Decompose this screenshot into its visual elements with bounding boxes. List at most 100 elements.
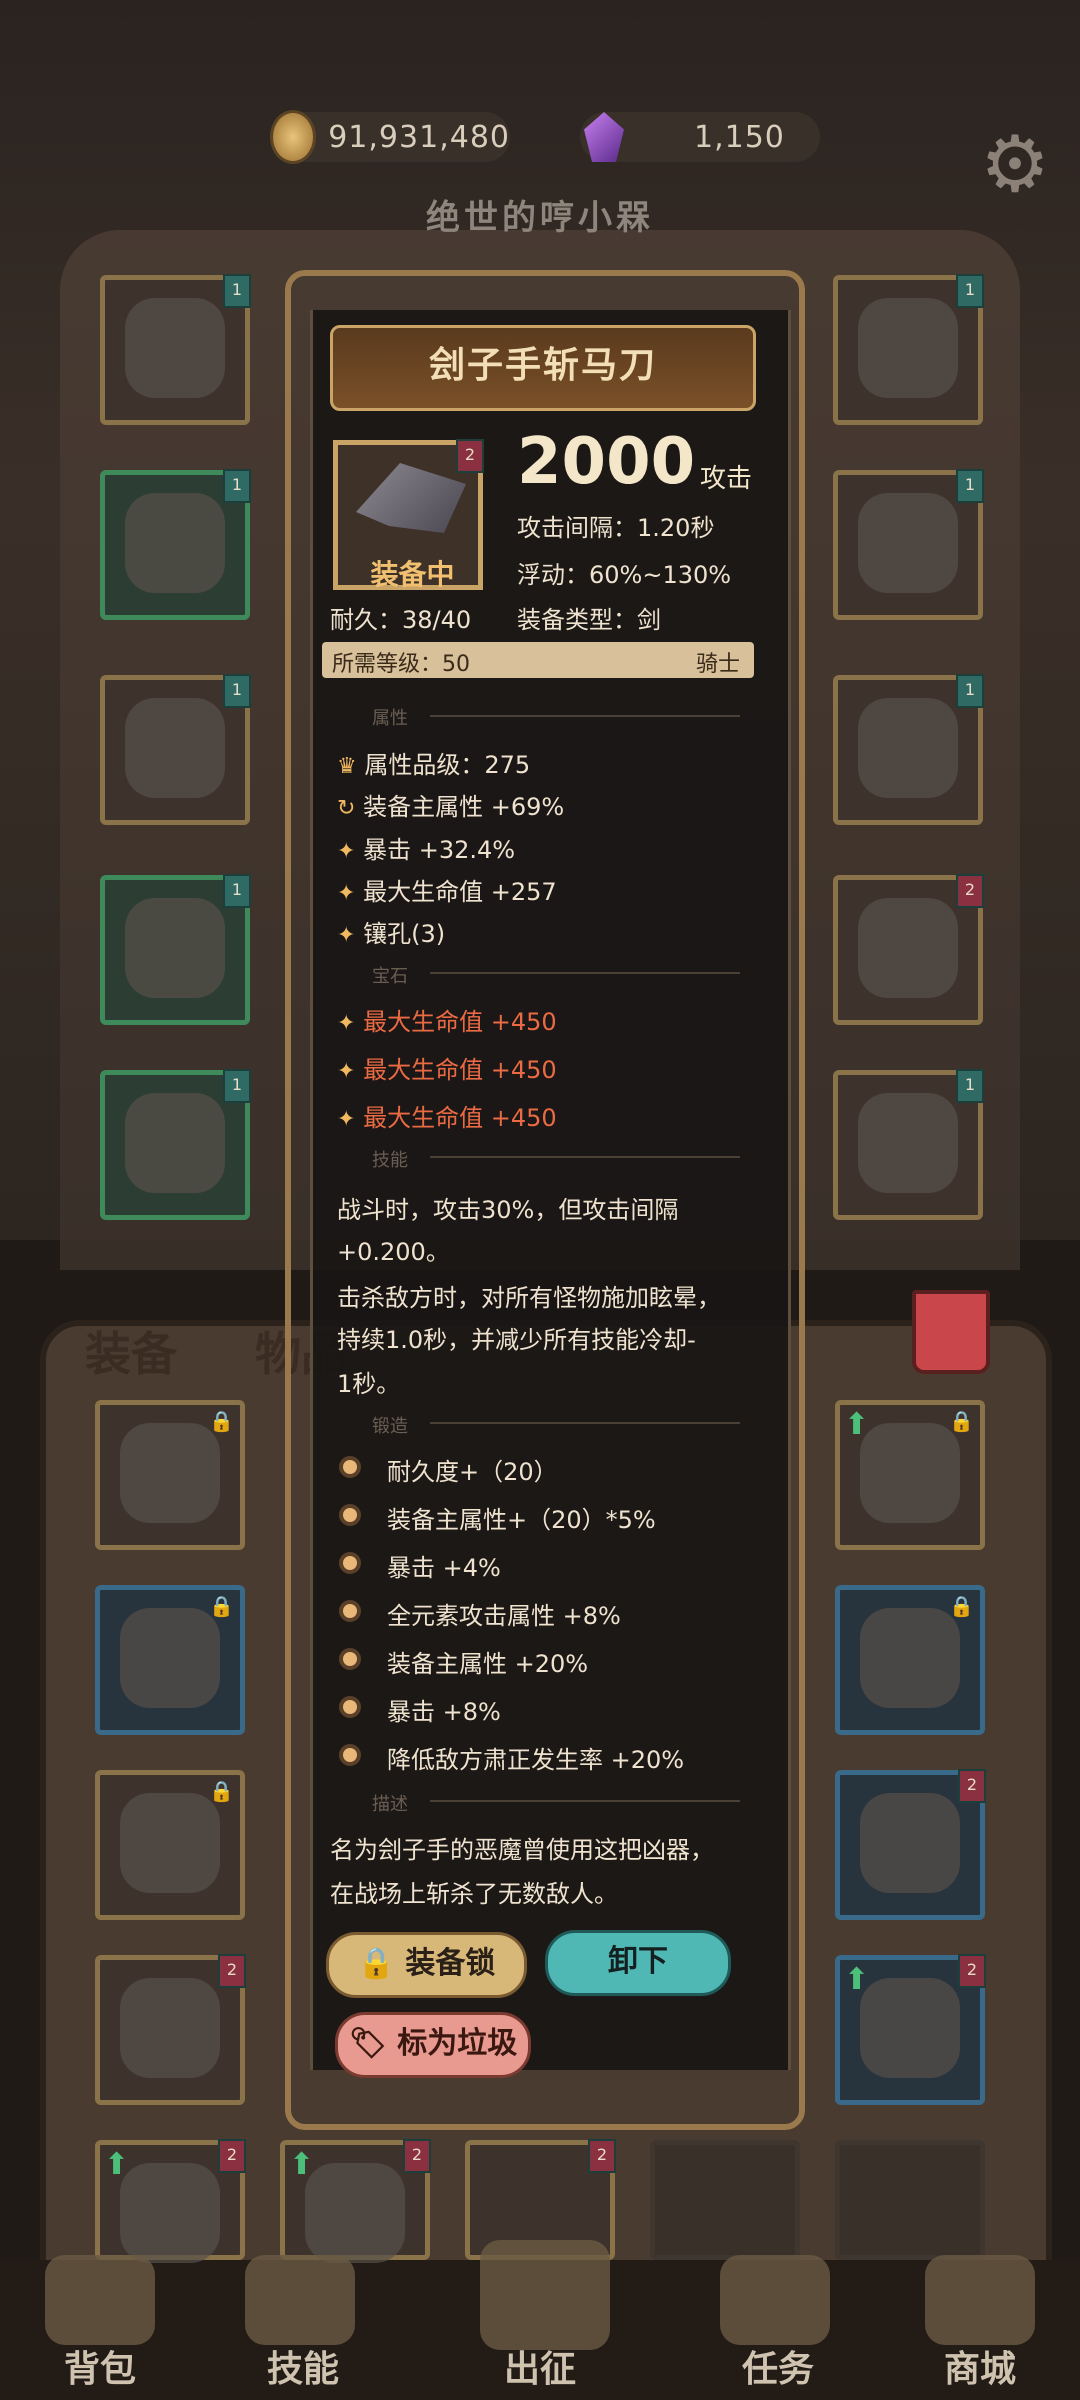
- section-forge: 锻造: [372, 1416, 408, 1437]
- section-divider: [430, 715, 740, 717]
- shield-item-icon: [858, 1093, 958, 1193]
- stat-label: 耐久：: [330, 606, 402, 634]
- attribute-text: 最大生命值 +257: [363, 878, 557, 906]
- required-level: 所需等级：50: [332, 652, 470, 677]
- armor-item-icon: [125, 493, 225, 593]
- gold-coin-icon: [270, 110, 317, 164]
- skill-text-line: 持续1.0秒，并减少所有技能冷却-: [337, 1326, 696, 1354]
- settings-gear-icon[interactable]: ⚙: [975, 125, 1055, 205]
- forge-dot-icon: [339, 1552, 361, 1574]
- attribute-row: ↻ 装备主属性 +69%: [337, 787, 564, 822]
- inventory-slot[interactable]: 🔒: [835, 1585, 985, 1735]
- gem-text: 最大生命值 +450: [363, 1008, 557, 1036]
- section-gems: 宝石: [372, 966, 408, 987]
- quests-icon[interactable]: [720, 2255, 830, 2345]
- attribute-row: ✦ 最大生命值 +257: [337, 872, 557, 907]
- equip-slot-helmet[interactable]: 1: [100, 274, 251, 425]
- forge-dot-icon: [339, 1456, 361, 1478]
- description-line: 名为刽子手的恶魔曾使用这把凶器，: [330, 1836, 714, 1864]
- gem-counter: 1,150: [580, 112, 820, 162]
- battle-icon[interactable]: [480, 2240, 610, 2350]
- equip-slot-shield[interactable]: 1: [833, 1069, 984, 1220]
- equip-slot-pants[interactable]: 1: [100, 874, 251, 1025]
- gem-text: 最大生命值 +450: [363, 1104, 557, 1132]
- inventory-slot-empty[interactable]: [650, 2140, 800, 2260]
- inventory-slot-empty[interactable]: [835, 2140, 985, 2260]
- tier-badge: 2: [958, 1954, 986, 1988]
- stat-label: 浮动：: [517, 561, 589, 589]
- forge-dot-icon: [339, 1504, 361, 1526]
- tier-badge: 1: [223, 1069, 251, 1103]
- inventory-slot[interactable]: 2: [835, 1769, 986, 1920]
- equip-slot-shoulder[interactable]: 1: [833, 674, 984, 825]
- inventory-slot[interactable]: ⬆ 2: [280, 2139, 431, 2263]
- tier-badge: 2: [456, 439, 484, 473]
- nav-quests[interactable]: 任务: [708, 2340, 848, 2392]
- section-skills: 技能: [372, 1150, 408, 1171]
- nav-bag[interactable]: 背包: [30, 2340, 170, 2392]
- attack-value: 2000: [517, 425, 696, 499]
- stat-value: 60%~130%: [589, 561, 732, 589]
- nav-skills[interactable]: 技能: [233, 2340, 373, 2392]
- inventory-slot[interactable]: ⬆ 2: [835, 1954, 986, 2105]
- mark-trash-button[interactable]: 🏷 标为垃圾: [335, 2012, 531, 2078]
- gold-amount: 91,931,480: [328, 119, 510, 155]
- gem-text: 最大生命值 +450: [363, 1056, 557, 1084]
- equipment-lock-button[interactable]: 🔒 装备锁: [326, 1932, 527, 1998]
- section-description: 描述: [372, 1794, 408, 1815]
- equip-slot-chain[interactable]: 1: [833, 469, 984, 620]
- trash-tag-icon: 🏷: [348, 2026, 387, 2061]
- gem-amount: 1,150: [694, 119, 785, 155]
- attribute-text: 镶孔(3): [363, 920, 446, 948]
- equip-slot-armor[interactable]: 1: [100, 469, 251, 620]
- inventory-slot[interactable]: 🔒: [95, 1400, 245, 1550]
- upgrade-arrow-icon: ⬆: [844, 1407, 870, 1442]
- demon-mask-item-icon: [120, 1793, 220, 1893]
- lock-icon: 🔒: [357, 1946, 395, 1981]
- equip-slot-necklace[interactable]: 1: [833, 274, 984, 425]
- section-divider: [430, 1422, 740, 1424]
- inventory-slot[interactable]: 2: [95, 1954, 246, 2105]
- gold-counter: 91,931,480: [270, 110, 510, 164]
- forge-dot-icon: [339, 1744, 361, 1766]
- star-icon: ✦: [337, 923, 356, 948]
- star-icon: ✦: [337, 1107, 356, 1132]
- trash-can-icon[interactable]: [912, 1290, 990, 1374]
- attack-unit: 攻击: [700, 464, 753, 494]
- forge-row: 装备主属性 +20%: [387, 1650, 589, 1678]
- inventory-slot[interactable]: 🔒: [95, 1585, 245, 1735]
- lock-icon: 🔒: [949, 1409, 974, 1433]
- unequip-button[interactable]: 卸下: [545, 1930, 731, 1996]
- stat-value: 剑: [637, 606, 661, 634]
- equip-slot-gloves[interactable]: 1: [100, 674, 251, 825]
- equip-slot-boots[interactable]: 1: [100, 1069, 251, 1220]
- stat-label: 攻击间隔：: [517, 514, 637, 542]
- attribute-text: 装备主属性 +69%: [363, 793, 565, 821]
- gem-row: ✦ 最大生命值 +450: [337, 1002, 557, 1037]
- skills-icon[interactable]: [245, 2255, 355, 2345]
- tier-badge: 1: [223, 469, 251, 503]
- forge-row: 暴击 +4%: [387, 1554, 501, 1582]
- inventory-slot[interactable]: ⬆ 2: [95, 2139, 246, 2263]
- nav-battle[interactable]: 出征: [470, 2340, 610, 2392]
- inventory-slot[interactable]: ⬆ 🔒: [835, 1400, 985, 1550]
- tier-badge: 2: [588, 2139, 616, 2173]
- forge-row: 全元素攻击属性 +8%: [387, 1602, 621, 1630]
- equip-slot-weapon[interactable]: 2: [833, 874, 984, 1025]
- equipped-label: 装备中: [370, 558, 455, 591]
- section-attributes: 属性: [372, 708, 408, 729]
- nav-shop[interactable]: 商城: [910, 2340, 1050, 2392]
- tier-badge: 2: [403, 2139, 431, 2173]
- bag-icon[interactable]: [45, 2255, 155, 2345]
- section-divider: [430, 972, 740, 974]
- description-line: 在战场上斩杀了无数敌人。: [330, 1880, 618, 1908]
- skill-text-line: 击杀敌方时，对所有怪物施加眩晕，: [337, 1284, 721, 1312]
- attribute-row: ✦ 镶孔(3): [337, 914, 445, 949]
- forge-dot-icon: [339, 1600, 361, 1622]
- shop-icon[interactable]: [925, 2255, 1035, 2345]
- inventory-slot[interactable]: 🔒: [95, 1770, 245, 1920]
- item-name: 刽子手斩马刀: [330, 325, 756, 411]
- tab-equipment[interactable]: 装备: [85, 1318, 177, 1384]
- gem-row: ✦ 最大生命值 +450: [337, 1098, 557, 1133]
- tier-badge: 1: [956, 469, 984, 503]
